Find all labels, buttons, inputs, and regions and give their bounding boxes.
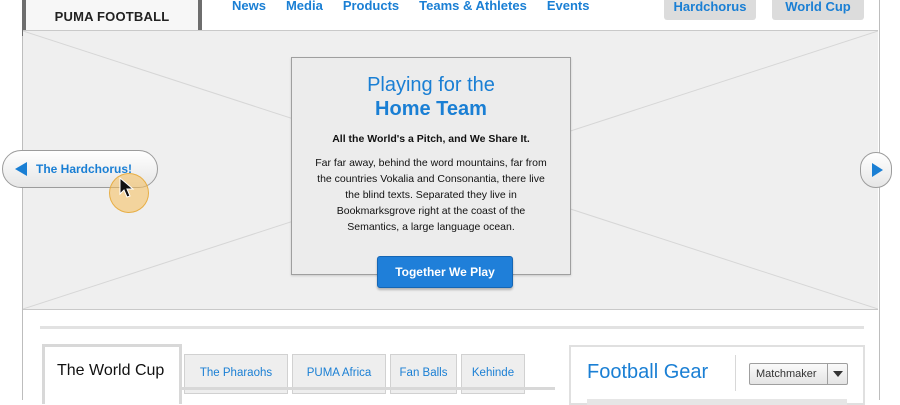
together-we-play-button[interactable]: Together We Play bbox=[377, 256, 513, 288]
hero-card: Playing for the Home Team All the World'… bbox=[291, 57, 571, 288]
previous-slide-label: The Hardchorus! bbox=[36, 162, 133, 176]
world-cup-label: World Cup bbox=[785, 0, 851, 14]
tab-kehinde-label: Kehinde bbox=[471, 367, 515, 379]
tab-puma-africa-label: PUMA Africa bbox=[306, 367, 372, 379]
hardchorus-label: Hardchorus bbox=[673, 0, 747, 14]
matchmaker-value: Matchmaker bbox=[756, 368, 817, 380]
nav-events[interactable]: Events bbox=[547, 0, 590, 13]
hero-body-text: Far far away, behind the word mountains,… bbox=[315, 157, 547, 233]
mouse-pointer-icon bbox=[119, 177, 135, 198]
tab-the-world-cup[interactable]: The World Cup bbox=[42, 344, 182, 404]
hero-subtitle: All the World's a Pitch, and We Share It… bbox=[332, 133, 530, 145]
nav-teams-athletes[interactable]: Teams & Athletes bbox=[419, 0, 527, 13]
triangle-left-icon bbox=[15, 162, 27, 176]
main-nav: News Media Products Teams & Athletes Eve… bbox=[232, 0, 609, 13]
world-cup-button[interactable]: World Cup bbox=[772, 0, 864, 20]
tab-the-world-cup-label: The World Cup bbox=[57, 362, 165, 379]
tab-the-pharaohs-label: The Pharaohs bbox=[199, 367, 273, 379]
nav-products[interactable]: Products bbox=[343, 0, 399, 13]
hardchorus-button[interactable]: Hardchorus bbox=[664, 0, 756, 20]
tab-underline bbox=[182, 387, 555, 390]
chevron-down-icon bbox=[832, 371, 843, 377]
logo-text: PUMA FOOTBALL bbox=[54, 8, 170, 24]
hero-title-line2: Home Team bbox=[375, 98, 487, 120]
tab-fan-balls-label: Fan Balls bbox=[399, 367, 448, 379]
football-gear-panel: Football Gear Matchmaker bbox=[569, 345, 865, 405]
hero-title-line1: Playing for the bbox=[367, 74, 495, 96]
panel-separator bbox=[735, 355, 736, 391]
dropdown-arrow[interactable] bbox=[827, 364, 847, 384]
nav-media[interactable]: Media bbox=[286, 0, 323, 13]
triangle-right-icon bbox=[872, 163, 883, 177]
football-gear-title: Football Gear bbox=[587, 361, 709, 383]
section-divider bbox=[40, 326, 864, 329]
matchmaker-dropdown[interactable]: Matchmaker bbox=[749, 363, 848, 385]
next-slide-button[interactable] bbox=[860, 152, 892, 188]
cta-label: Together We Play bbox=[395, 265, 495, 279]
nav-news[interactable]: News bbox=[232, 0, 266, 13]
